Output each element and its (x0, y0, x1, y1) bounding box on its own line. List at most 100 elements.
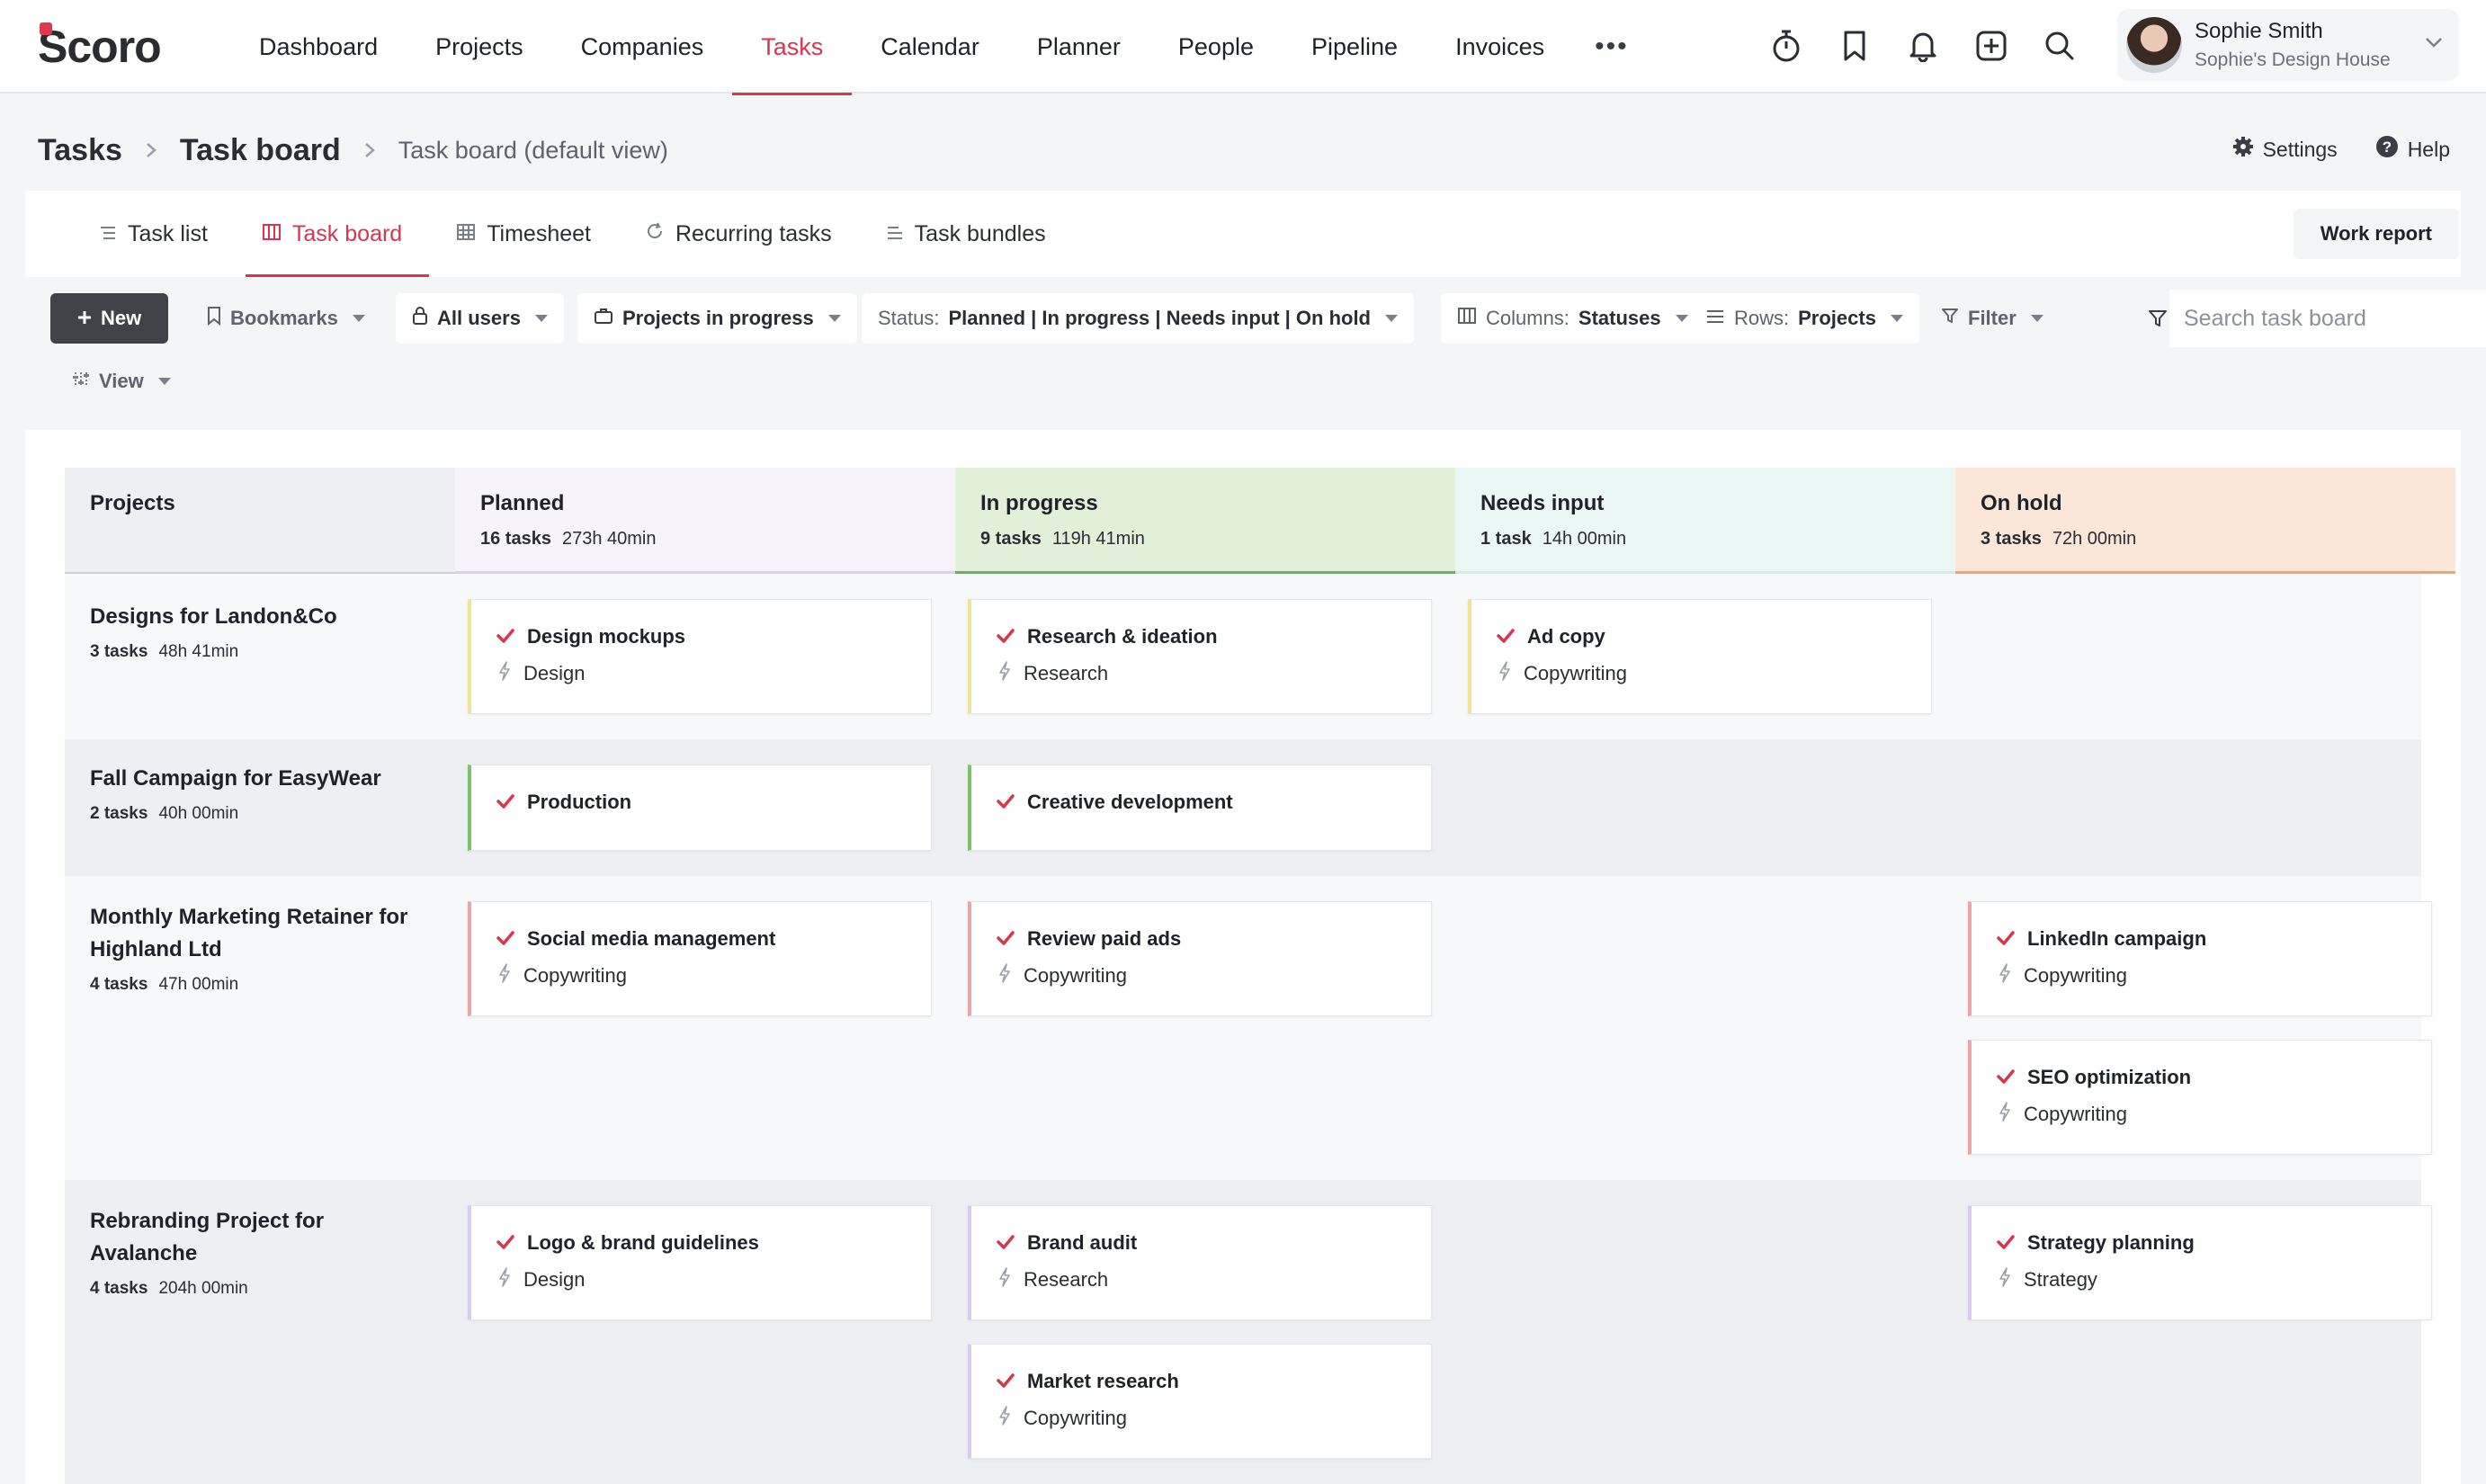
nav-item-invoices[interactable]: Invoices (1426, 0, 1573, 94)
nav-item-dashboard[interactable]: Dashboard (230, 0, 407, 94)
check-icon[interactable] (1997, 1231, 2015, 1255)
lightning-icon (498, 661, 511, 686)
new-button[interactable]: New (50, 293, 169, 344)
project-name[interactable]: Designs for Landon&Co (90, 601, 414, 633)
search-icon[interactable] (2042, 23, 2078, 68)
project-row: Designs for Landon&Co 3 tasks 48h 41min Des… (65, 574, 2421, 739)
project-name[interactable]: Rebranding Project for Avalanche (90, 1205, 414, 1270)
gear-icon (2232, 136, 2254, 163)
bell-icon[interactable] (1905, 23, 1941, 68)
users-filter-dropdown[interactable]: All users (396, 293, 564, 344)
task-activity-type: Copywriting (1024, 964, 1127, 987)
task-card[interactable]: Design mockups Design (468, 599, 932, 714)
new-label: New (101, 307, 142, 329)
tab-task-list[interactable]: Task list (72, 191, 235, 277)
bookmarks-dropdown[interactable]: Bookmarks (207, 293, 365, 344)
work-report-button[interactable]: Work report (2293, 209, 2459, 259)
rows-dropdown[interactable]: Rows: Projects (1689, 293, 1919, 344)
column-task-count: 16 tasks (480, 529, 551, 549)
task-title: Review paid ads (1027, 927, 1182, 950)
project-total-time: 48h 41min (158, 642, 239, 661)
project-task-count: 4 tasks (90, 1279, 148, 1298)
funnel-icon (1941, 307, 1959, 330)
column-header-planned[interactable]: Planned 16 tasks 273h 40min (455, 468, 955, 574)
tab-task-bundles[interactable]: Task bundles (859, 191, 1073, 277)
tab-label: Recurring tasks (675, 220, 832, 246)
task-card[interactable]: Production (468, 764, 932, 851)
check-icon[interactable] (1997, 927, 2015, 951)
filter-dropdown[interactable]: Filter (1941, 293, 2043, 344)
nav-item-projects[interactable]: Projects (407, 0, 552, 94)
nav-item-pipeline[interactable]: Pipeline (1283, 0, 1426, 94)
settings-button[interactable]: Settings (2232, 136, 2338, 163)
project-row-label: Monthly Marketing Retainer for Highland … (90, 901, 414, 995)
task-activity-type: Copywriting (2024, 1103, 2127, 1125)
task-activity-row: Copywriting (998, 1406, 1406, 1431)
task-activity-row: Copywriting (1498, 661, 1906, 686)
projects-header-label: Projects (90, 491, 175, 515)
check-icon[interactable] (997, 927, 1015, 951)
task-card[interactable]: Strategy planning Strategy (1968, 1205, 2432, 1320)
logo-text: Scoro (38, 22, 162, 72)
nav-item-calendar[interactable]: Calendar (852, 0, 1008, 94)
user-menu[interactable]: Sophie Smith Sophie's Design House (2117, 9, 2459, 81)
tab-timesheet[interactable]: Timesheet (429, 191, 618, 277)
task-card[interactable]: Market research Copywriting (968, 1344, 1432, 1459)
task-title: Brand audit (1027, 1231, 1138, 1254)
column-header-needs-input[interactable]: Needs input 1 task 14h 00min (1455, 468, 1955, 574)
task-card[interactable]: Logo & brand guidelines Design (468, 1205, 932, 1320)
more-menu-icon[interactable]: ••• (1573, 0, 1650, 94)
check-icon[interactable] (496, 927, 514, 951)
check-icon[interactable] (496, 625, 514, 648)
breadcrumb-task-board[interactable]: Task board (180, 133, 341, 168)
check-icon[interactable] (496, 791, 514, 814)
check-icon[interactable] (1497, 625, 1515, 648)
task-card[interactable]: Review paid ads Copywriting (968, 901, 1432, 1016)
projects-filter-dropdown[interactable]: Projects in progress (577, 293, 857, 344)
task-title: LinkedIn campaign (2027, 927, 2207, 950)
check-icon[interactable] (997, 625, 1015, 648)
task-activity-type: Copywriting (1024, 1407, 1127, 1429)
timer-icon[interactable] (1768, 23, 1804, 68)
task-card[interactable]: Creative development (968, 764, 1432, 851)
task-card[interactable]: Research & ideation Research (968, 599, 1432, 714)
search-input[interactable] (2169, 290, 2486, 347)
task-card[interactable]: Ad copy Copywriting (1468, 599, 1932, 714)
status-filter-dropdown[interactable]: Status: Planned | In progress | Needs in… (862, 293, 1414, 344)
check-icon[interactable] (496, 1231, 514, 1255)
help-button[interactable]: ? Help (2375, 135, 2450, 164)
breadcrumb-tasks[interactable]: Tasks (38, 133, 122, 168)
check-icon[interactable] (1997, 1066, 2015, 1089)
nav-item-companies[interactable]: Companies (552, 0, 733, 94)
tab-task-board[interactable]: Task board (235, 191, 430, 277)
columns-dropdown[interactable]: Columns: Statuses (1441, 293, 1704, 344)
bookmark-icon[interactable] (1837, 23, 1873, 68)
column-header-in-progress[interactable]: In progress 9 tasks 119h 41min (955, 468, 1455, 574)
tab-recurring-tasks[interactable]: Recurring tasks (618, 191, 859, 277)
nav-item-planner[interactable]: Planner (1008, 0, 1149, 94)
add-icon[interactable] (1973, 23, 2009, 68)
nav-item-tasks[interactable]: Tasks (732, 0, 853, 95)
help-label: Help (2407, 137, 2450, 161)
project-name[interactable]: Fall Campaign for EasyWear (90, 763, 414, 795)
task-title-row: Research & ideation (997, 625, 1406, 648)
task-card[interactable]: Brand audit Research (968, 1205, 1432, 1320)
funnel-icon[interactable] (2146, 290, 2169, 347)
column-header-on-hold[interactable]: On hold 3 tasks 72h 00min (1955, 468, 2455, 574)
columns-prefix: Columns: (1486, 307, 1569, 329)
check-icon[interactable] (997, 791, 1015, 814)
project-name[interactable]: Monthly Marketing Retainer for Highland … (90, 901, 414, 966)
nav-item-people[interactable]: People (1149, 0, 1283, 94)
scoro-logo[interactable]: Scoro (38, 22, 162, 72)
task-card[interactable]: SEO optimization Copywriting (1968, 1040, 2432, 1155)
task-card[interactable]: Social media management Copywriting (468, 901, 932, 1016)
list-icon (99, 221, 117, 247)
breadcrumb-view-name[interactable]: Task board (default view) (398, 137, 668, 165)
project-row-label: Rebranding Project for Avalanche 4 tasks 2… (90, 1205, 414, 1299)
check-icon[interactable] (997, 1370, 1015, 1393)
check-icon[interactable] (997, 1231, 1015, 1255)
task-card[interactable]: LinkedIn campaign Copywriting (1968, 901, 2432, 1016)
task-title-row: Market research (997, 1370, 1406, 1393)
view-dropdown[interactable]: View (72, 356, 171, 407)
column-total-time: 119h 41min (1051, 529, 1145, 549)
